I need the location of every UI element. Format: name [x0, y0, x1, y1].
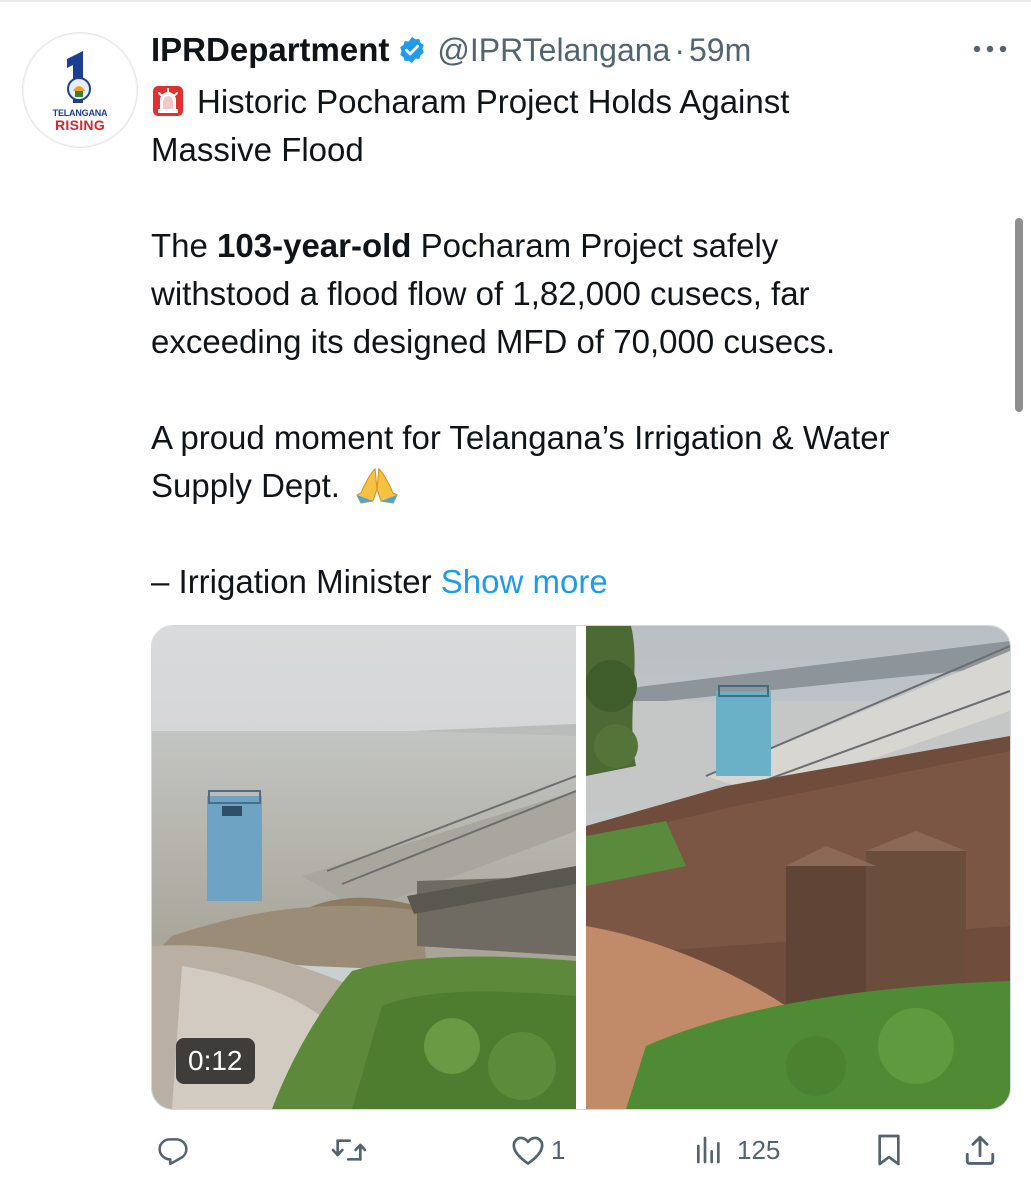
signature-text: – Irrigation Minister [151, 563, 441, 600]
police-light-emoji-icon [151, 83, 185, 117]
like-count: 1 [551, 1134, 566, 1165]
retweet-button[interactable] [331, 1120, 367, 1180]
tweet-title-text-1: Historic Pocharam Project Holds Against [197, 83, 790, 120]
show-more-link[interactable]: Show more [441, 563, 608, 600]
paragraph-1-rest: Pocharam Project safely [411, 227, 779, 264]
like-button[interactable]: 1 [511, 1120, 565, 1180]
timestamp[interactable]: 59m [689, 32, 751, 69]
views-icon [693, 1134, 725, 1166]
scrollbar-thumb[interactable] [1015, 218, 1023, 412]
views-count: 125 [737, 1134, 781, 1165]
share-button[interactable] [963, 1120, 997, 1180]
tweet-header: IPRDepartment @IPRTelangana · 59m [151, 28, 751, 72]
reply-button[interactable] [157, 1120, 189, 1180]
paragraph-2-line-1: A proud moment for Telangana’s Irrigatio… [151, 419, 890, 456]
more-options-icon[interactable] [968, 38, 1012, 60]
paragraph-2-line-2: Supply Dept. [151, 462, 1011, 510]
separator-dot: · [674, 31, 685, 68]
share-icon [963, 1133, 997, 1167]
tweet-text: Historic Pocharam Project Holds Against … [151, 78, 1011, 606]
paragraph-1-line-1: The 103-year-old Pocharam Project safely [151, 222, 1011, 270]
reply-icon [157, 1134, 189, 1166]
photo-thumbnail[interactable] [585, 626, 1010, 1109]
video-thumbnail[interactable]: 0:12 [152, 626, 577, 1109]
author-handle[interactable]: @IPRTelangana [437, 32, 670, 69]
views-button[interactable]: 125 [693, 1120, 780, 1180]
paragraph-1-line-3: exceeding its designed MFD of 70,000 cus… [151, 323, 836, 360]
video-duration-badge: 0:12 [176, 1038, 255, 1084]
paragraph-1-prefix: The [151, 227, 218, 264]
tweet-title-line-2: Massive Flood [151, 131, 364, 168]
top-divider [0, 0, 1031, 2]
verified-badge-icon [397, 35, 427, 65]
paragraph-2-text: Supply Dept. [151, 467, 340, 504]
bookmark-icon [873, 1132, 905, 1168]
action-bar: 1 125 [151, 1120, 1011, 1180]
retweet-icon [331, 1134, 367, 1166]
author-name[interactable]: IPRDepartment [151, 31, 389, 69]
avatar-text-bottom: RISING [54, 117, 106, 133]
paragraph-1-bold: 103-year-old [217, 227, 412, 264]
paragraph-3: – Irrigation Minister Show more [151, 558, 1011, 606]
bookmark-button[interactable] [873, 1120, 905, 1180]
avatar[interactable]: TELANGANA RISING [22, 32, 138, 148]
tweet-title-line-1: Historic Pocharam Project Holds Against [151, 78, 1011, 126]
media-grid: 0:12 [151, 625, 1011, 1110]
folded-hands-emoji-icon [353, 465, 401, 505]
heart-icon [511, 1134, 545, 1166]
paragraph-1-line-2: withstood a flood flow of 1,82,000 cusec… [151, 275, 810, 312]
media-divider [576, 626, 586, 1109]
